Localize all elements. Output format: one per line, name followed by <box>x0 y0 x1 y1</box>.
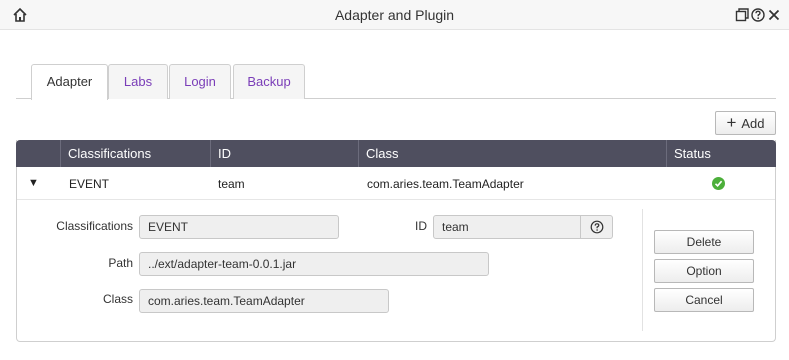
close-icon[interactable] <box>767 7 781 23</box>
column-header-class[interactable]: Class <box>358 140 666 167</box>
expand-arrow-icon[interactable]: ▼ <box>28 177 39 189</box>
question-icon <box>590 220 603 234</box>
help-icon[interactable] <box>751 7 765 23</box>
row-id: team <box>218 177 245 191</box>
path-field[interactable]: ../ext/adapter-team-0.0.1.jar <box>139 252 489 276</box>
path-label: Path <box>108 256 133 270</box>
classifications-label: Classifications <box>56 219 133 233</box>
id-help-button[interactable] <box>580 216 612 238</box>
tab-backup[interactable]: Backup <box>233 64 305 99</box>
option-button[interactable]: Option <box>654 259 754 283</box>
detail-divider <box>642 209 643 331</box>
table-row[interactable]: ▼ EVENT team com.aries.team.TeamAdapter <box>17 168 775 200</box>
status-ok-icon <box>712 177 725 190</box>
row-classification: EVENT <box>69 177 110 191</box>
adapter-table: Classifications ID Class Status ▼ EVENT … <box>16 140 776 342</box>
window-title: Adapter and Plugin <box>334 7 455 23</box>
id-field-value: team <box>442 220 469 234</box>
id-field[interactable]: team <box>433 215 613 239</box>
plus-icon: + <box>726 112 737 132</box>
title-bar: Adapter and Plugin <box>0 0 789 30</box>
class-field[interactable]: com.aries.team.TeamAdapter <box>139 289 389 313</box>
class-label: Class <box>102 292 133 306</box>
column-header-status[interactable]: Status <box>666 140 776 167</box>
add-button-label: Add <box>741 115 765 131</box>
row-class: com.aries.team.TeamAdapter <box>367 177 524 191</box>
id-label: ID <box>415 219 427 233</box>
tab-login[interactable]: Login <box>169 64 231 99</box>
window-controls <box>735 7 781 23</box>
tab-adapter[interactable]: Adapter <box>31 64 108 100</box>
detail-panel: Classifications EVENT ID team Path ../ex… <box>17 201 775 341</box>
delete-button[interactable]: Delete <box>654 230 754 254</box>
add-button[interactable]: + Add <box>715 111 776 135</box>
table-header: Classifications ID Class Status <box>16 140 776 167</box>
tab-bar: Adapter Labs Login Backup <box>16 64 776 100</box>
tab-labs[interactable]: Labs <box>108 64 168 99</box>
column-header-classifications[interactable]: Classifications <box>60 140 210 167</box>
column-header-id[interactable]: ID <box>210 140 358 167</box>
cancel-button[interactable]: Cancel <box>654 288 754 312</box>
restore-icon[interactable] <box>735 7 749 23</box>
classifications-field[interactable]: EVENT <box>139 215 339 239</box>
